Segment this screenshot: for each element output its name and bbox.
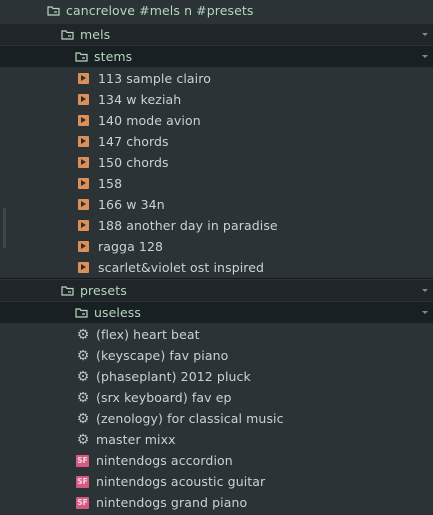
folder-useless[interactable]: useless [0, 302, 433, 323]
folder-mels[interactable]: mels [0, 24, 433, 45]
divider [0, 278, 433, 279]
audio-file-item[interactable]: 113 sample clairo [0, 68, 433, 89]
preset-item[interactable]: ⚙ (keyscape) fav piano [0, 345, 433, 366]
preset-item[interactable]: ⚙ master mixx [0, 429, 433, 450]
folder-open-icon [61, 28, 74, 41]
soundfont-item[interactable]: SF nintendogs accordion [0, 450, 433, 471]
audio-file-item[interactable]: 134 w keziah [0, 89, 433, 110]
audio-file-icon [78, 115, 89, 126]
file-label: 150 chords [98, 155, 169, 170]
audio-file-icon [78, 262, 89, 273]
preset-item[interactable]: ⚙ (srx keyboard) fav ep [0, 387, 433, 408]
audio-file-item[interactable]: 158 [0, 173, 433, 194]
folder-label: cancrelove #mels n #presets [66, 3, 254, 18]
soundfont-item[interactable]: SF nintendogs acoustic guitar [0, 471, 433, 492]
folder-open-icon [75, 306, 88, 319]
audio-file-item[interactable]: 150 chords [0, 152, 433, 173]
audio-file-icon [78, 178, 89, 189]
audio-file-icon [78, 73, 89, 84]
file-label: 158 [98, 176, 123, 191]
folder-label: presets [80, 283, 127, 298]
folder-presets[interactable]: presets [0, 280, 433, 301]
file-label: 113 sample clairo [98, 71, 211, 86]
gear-icon: ⚙ [76, 347, 90, 364]
file-label: 147 chords [98, 134, 169, 149]
gear-icon: ⚙ [76, 368, 90, 385]
soundfont-icon: SF [76, 454, 89, 467]
preset-item[interactable]: ⚙ (phaseplant) 2012 pluck [0, 366, 433, 387]
preset-label: (srx keyboard) fav ep [96, 390, 232, 405]
gear-icon: ⚙ [76, 326, 90, 343]
folder-label: useless [94, 305, 142, 320]
chevron-down-icon[interactable] [422, 55, 428, 58]
file-label: 134 w keziah [98, 92, 182, 107]
file-label: 140 mode avion [98, 113, 201, 128]
file-label: scarlet&violet ost inspired [98, 260, 265, 275]
audio-file-item[interactable]: 140 mode avion [0, 110, 433, 131]
soundfont-icon: SF [76, 475, 89, 488]
folder-stems[interactable]: stems [0, 46, 433, 67]
soundfont-item[interactable]: SF nintendogs grand piano [0, 492, 433, 513]
audio-file-icon [78, 136, 89, 147]
soundfont-label: nintendogs grand piano [96, 495, 248, 510]
audio-file-icon [78, 241, 89, 252]
folder-open-icon [47, 4, 60, 17]
gear-icon: ⚙ [76, 410, 90, 427]
preset-label: (keyscape) fav piano [96, 348, 229, 363]
folder-open-icon [75, 50, 88, 63]
soundfont-icon: SF [76, 496, 89, 509]
audio-file-item[interactable]: 147 chords [0, 131, 433, 152]
audio-file-item[interactable]: scarlet&violet ost inspired [0, 257, 433, 278]
folder-label: stems [94, 49, 133, 64]
preset-label: (zenology) for classical music [96, 411, 284, 426]
gear-icon: ⚙ [76, 431, 90, 448]
folder-cancrelove[interactable]: cancrelove #mels n #presets [0, 0, 433, 21]
audio-file-icon [78, 94, 89, 105]
preset-item[interactable]: ⚙ (flex) heart beat [0, 324, 433, 345]
audio-file-item[interactable]: 188 another day in paradise [0, 215, 433, 236]
audio-file-item[interactable]: 166 w 34n [0, 194, 433, 215]
file-browser: cancrelove #mels n #presets mels stems 1… [0, 0, 433, 515]
chevron-down-icon[interactable] [422, 33, 428, 36]
soundfont-label: nintendogs accordion [96, 453, 233, 468]
file-label: 188 another day in paradise [98, 218, 278, 233]
chevron-down-icon[interactable] [422, 311, 428, 314]
chevron-down-icon[interactable] [422, 289, 428, 292]
file-label: ragga 128 [98, 239, 164, 254]
preset-label: (flex) heart beat [96, 327, 200, 342]
audio-file-item[interactable]: ragga 128 [0, 236, 433, 257]
audio-file-icon [78, 220, 89, 231]
folder-open-icon [61, 284, 74, 297]
audio-file-icon [78, 157, 89, 168]
preset-item[interactable]: ⚙ (zenology) for classical music [0, 408, 433, 429]
audio-file-icon [78, 199, 89, 210]
preset-label: master mixx [96, 432, 176, 447]
file-label: 166 w 34n [98, 197, 165, 212]
folder-label: mels [80, 27, 111, 42]
gear-icon: ⚙ [76, 389, 90, 406]
preset-label: (phaseplant) 2012 pluck [96, 369, 251, 384]
soundfont-label: nintendogs acoustic guitar [96, 474, 266, 489]
